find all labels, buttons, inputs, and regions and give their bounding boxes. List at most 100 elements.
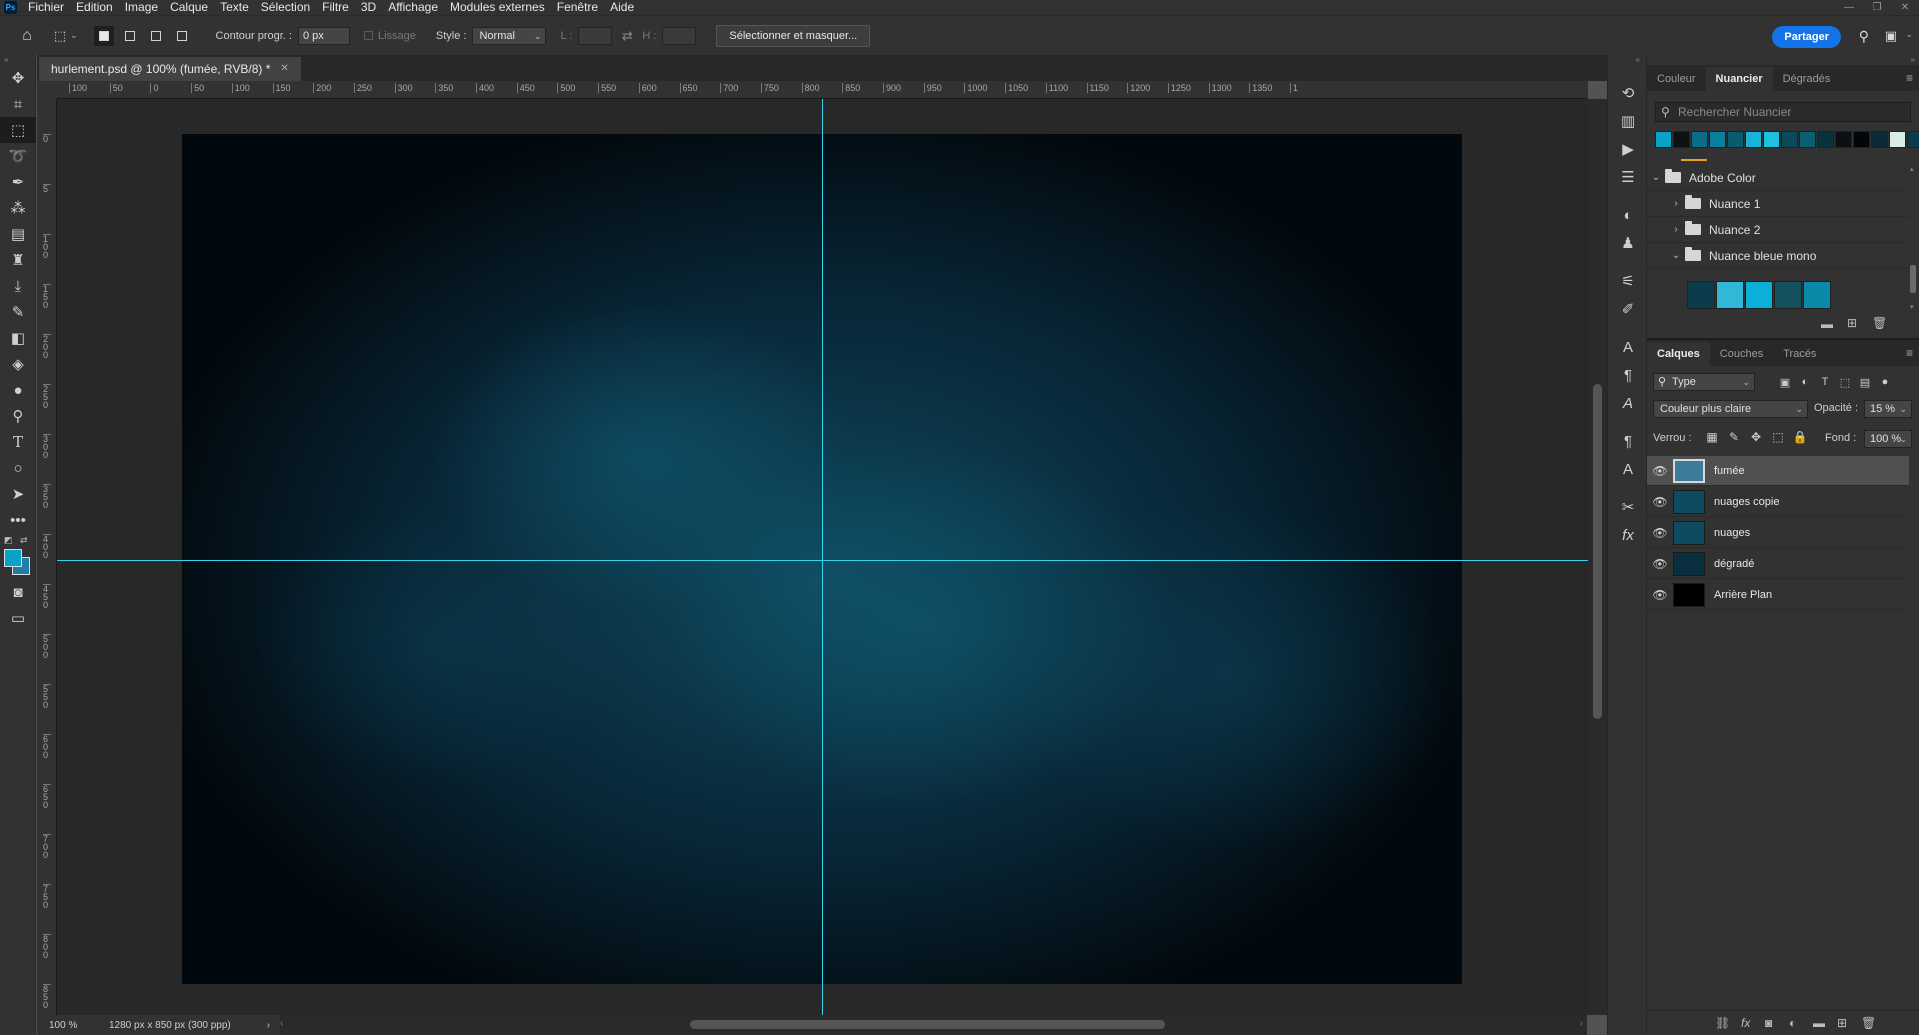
group-swatch-2[interactable] [1745, 281, 1773, 309]
quick-mask-icon[interactable]: ◙ [0, 579, 36, 605]
swatch-0[interactable] [1655, 131, 1672, 148]
close-window-icon[interactable]: ✕ [1891, 0, 1919, 15]
vertical-scrollbar[interactable] [1588, 99, 1607, 1015]
layer-row-degrade[interactable]: 👁 dégradé [1647, 549, 1909, 579]
character-panel-icon[interactable]: A [1608, 333, 1648, 361]
lasso-tool-icon[interactable]: ➰ [0, 143, 36, 169]
tool-presets-icon[interactable]: ✂ [1608, 493, 1648, 521]
screen-mode-icon[interactable]: ▭ [0, 605, 36, 631]
menu-fenetre[interactable]: Fenêtre [551, 0, 604, 15]
filter-type-icon[interactable]: T [1815, 373, 1835, 391]
horizontal-scrollbar[interactable]: ‹ › [280, 1015, 1587, 1035]
scroll-left-icon[interactable]: ‹ [280, 1018, 283, 1029]
ellipse-tool-icon[interactable]: ○ [0, 455, 36, 481]
swatch-5[interactable] [1745, 131, 1762, 148]
menu-affichage[interactable]: Affichage [382, 0, 444, 15]
styles-panel-icon[interactable]: fx [1608, 521, 1648, 549]
brushes-panel-icon[interactable]: ✐ [1608, 295, 1648, 323]
search-icon[interactable]: ⚲ [1859, 28, 1869, 45]
adjustments-panel-icon[interactable]: ⚟ [1608, 267, 1648, 295]
dodge-tool-icon[interactable]: ⚲ [0, 403, 36, 429]
ruler-origin[interactable] [37, 81, 57, 99]
menu-aide[interactable]: Aide [604, 0, 640, 15]
marquee-tool-icon[interactable]: ⬚ [0, 117, 36, 143]
layer-row-nuages-copie[interactable]: 👁 nuages copie [1647, 487, 1909, 517]
foreground-color-swatch[interactable] [4, 549, 22, 567]
photoshop-logo-icon[interactable]: Ps [4, 1, 17, 14]
swatch-12[interactable] [1871, 131, 1888, 148]
lock-transparent-pixels-icon[interactable]: ▦ [1701, 430, 1723, 444]
delete-swatch-icon[interactable]: 🗑 [1872, 316, 1887, 330]
new-selection-mode-icon[interactable] [93, 25, 114, 46]
swatch-2[interactable] [1691, 131, 1708, 148]
swatch-8[interactable] [1799, 131, 1816, 148]
home-icon[interactable]: ⌂ [12, 27, 42, 45]
actions-panel-icon[interactable]: ▶ [1608, 135, 1648, 163]
chevron-right-icon[interactable]: › [1671, 198, 1681, 209]
swatch-group-nuance-2[interactable]: › Nuance 2 [1647, 217, 1909, 243]
pen-tool-icon[interactable]: ✒ [0, 169, 36, 195]
filter-adjustment-icon[interactable]: ◐ [1795, 373, 1815, 391]
style-select[interactable]: Normal ⌄ [472, 26, 547, 45]
swatch-group-nuance-1[interactable]: › Nuance 1 [1647, 191, 1909, 217]
width-input[interactable] [578, 26, 613, 45]
minimize-icon[interactable]: — [1835, 0, 1863, 15]
chevron-down-icon[interactable]: ⌄ [1671, 250, 1681, 261]
new-group-icon[interactable]: ▬ [1813, 1016, 1825, 1030]
swatches-scrollbar[interactable]: ▴ ▾ [1909, 165, 1917, 315]
vertical-guide[interactable] [822, 99, 823, 1015]
horizontal-scroll-thumb[interactable] [690, 1020, 1165, 1029]
height-input[interactable] [662, 26, 697, 45]
scroll-right-icon[interactable]: › [1580, 1018, 1583, 1029]
tab-degrades[interactable]: Dégradés [1773, 67, 1841, 91]
new-swatch-icon[interactable]: ⊞ [1847, 316, 1857, 330]
ruler-tool-icon[interactable]: ▤ [0, 221, 36, 247]
character-styles-icon[interactable]: A [1608, 455, 1648, 483]
menu-selection[interactable]: Sélection [255, 0, 316, 15]
select-and-mask-button[interactable]: Sélectionner et masquer... [716, 24, 871, 47]
add-mask-icon[interactable]: ◙ [1765, 1016, 1772, 1030]
swatch-group-adobe-color[interactable]: ⌄ Adobe Color [1647, 165, 1909, 191]
layer-row-nuages[interactable]: 👁 nuages [1647, 518, 1909, 548]
swatch-search-input[interactable]: ⚲ Rechercher Nuancier [1655, 102, 1911, 122]
stamp-panel-icon[interactable]: ♟ [1608, 229, 1648, 257]
visibility-eye-icon[interactable]: 👁 [1647, 557, 1673, 571]
swatches-panel-menu-icon[interactable]: ≡ [1906, 71, 1913, 85]
paint-bucket-tool-icon[interactable]: ◈ [0, 351, 36, 377]
lock-position-icon[interactable]: ✥ [1745, 430, 1767, 444]
more-tools-icon[interactable]: ••• [0, 507, 36, 533]
menu-texte[interactable]: Texte [214, 0, 255, 15]
visibility-eye-icon[interactable]: 👁 [1647, 588, 1673, 602]
menu-image[interactable]: Image [119, 0, 164, 15]
tab-couleur[interactable]: Couleur [1647, 67, 1706, 91]
type-tool-icon[interactable]: T [0, 429, 36, 455]
vertical-scroll-thumb[interactable] [1593, 384, 1602, 719]
group-swatch-4[interactable] [1803, 281, 1831, 309]
default-colors-icon[interactable]: ◩ [4, 535, 13, 546]
new-group-folder-icon[interactable]: ▬ [1821, 317, 1833, 331]
new-layer-icon[interactable]: ⊞ [1837, 1016, 1847, 1030]
chevron-down-icon[interactable]: ⌄ [1651, 172, 1661, 183]
workspace-chevron-icon[interactable]: ⌄ [1905, 29, 1913, 40]
chevron-down-icon[interactable]: ⌄ [70, 30, 78, 41]
adjustment-layer-icon[interactable]: ◐ [1789, 1016, 1796, 1030]
menu-3d[interactable]: 3D [355, 0, 382, 15]
canvas-area[interactable] [57, 99, 1588, 1015]
chevron-right-icon[interactable]: › [1671, 224, 1681, 235]
marquee-preset-icon[interactable]: ⬚ [50, 28, 70, 44]
blend-mode-select[interactable]: Couleur plus claire ⌄ [1653, 400, 1808, 418]
collapse-tools-icon[interactable]: » [0, 55, 35, 65]
paragraph-styles-icon[interactable]: ¶ [1608, 427, 1648, 455]
eyedropper-tool-icon[interactable]: ⤓ [0, 273, 36, 299]
brush-tool-icon[interactable]: ✎ [0, 299, 36, 325]
antialias-checkbox[interactable] [363, 31, 373, 40]
swatch-1[interactable] [1673, 131, 1690, 148]
glyphs-panel-icon[interactable]: A [1608, 389, 1648, 417]
swatch-7[interactable] [1781, 131, 1798, 148]
subtract-selection-mode-icon[interactable] [146, 26, 166, 46]
filter-pixel-icon[interactable]: ▣ [1775, 373, 1795, 391]
eraser-tool-icon[interactable]: ◧ [0, 325, 36, 351]
swatch-3[interactable] [1709, 131, 1726, 148]
move-tool-icon[interactable]: ✥ [0, 65, 36, 91]
feather-input[interactable]: 0 px [297, 26, 350, 45]
